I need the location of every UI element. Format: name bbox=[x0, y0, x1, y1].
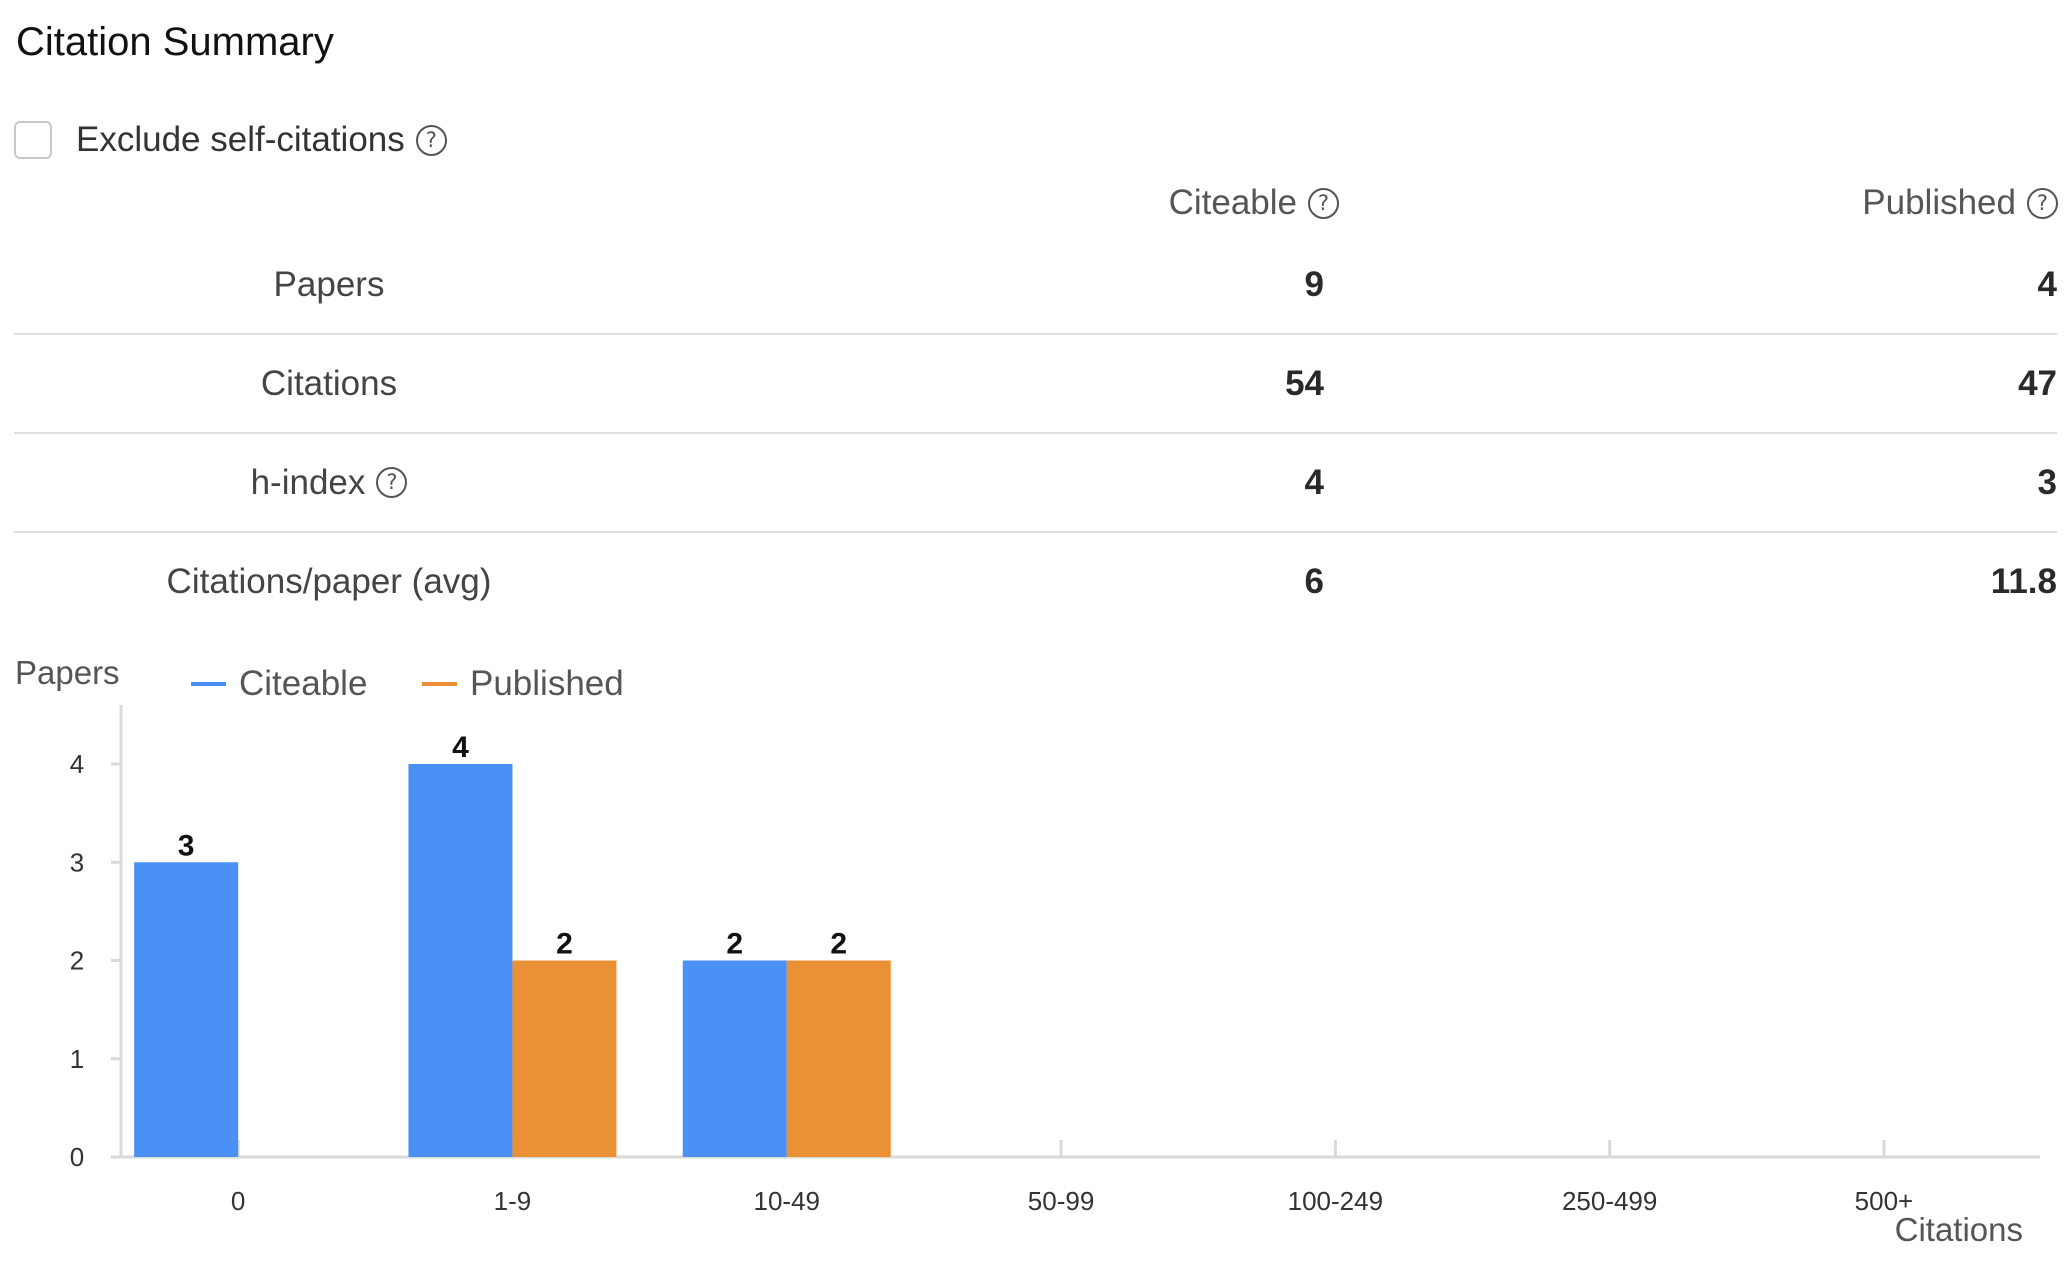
published-value: 11.8 bbox=[1990, 561, 2057, 601]
y-tick-label: 2 bbox=[70, 946, 84, 976]
y-tick-label: 1 bbox=[70, 1044, 84, 1074]
column-header-published: Published bbox=[1862, 180, 2058, 226]
table-row: Citations 54 47 bbox=[14, 335, 2057, 434]
x-tick-label: 1-9 bbox=[494, 1186, 532, 1216]
data-label: 4 bbox=[452, 731, 469, 764]
legend-item-citeable[interactable]: Citeable bbox=[191, 664, 367, 703]
column-header-label: Published bbox=[1862, 183, 2016, 222]
row-label: Citations bbox=[260, 363, 398, 403]
exclude-self-citations-label[interactable]: Exclude self-citations bbox=[76, 120, 405, 160]
data-label: 2 bbox=[556, 928, 573, 961]
exclude-self-citations-checkbox[interactable] bbox=[14, 121, 52, 159]
exclude-self-citations-row[interactable]: Exclude self-citations bbox=[14, 118, 447, 162]
chart-svg: Papers Citeable Published 0 1 2 3 4 0 3 1-9 4 2 10-49… bbox=[15, 654, 2040, 1248]
data-label: 3 bbox=[178, 829, 195, 862]
column-header-label: Citeable bbox=[1168, 183, 1297, 222]
citeable-value: 9 bbox=[1304, 264, 1324, 304]
bar-citeable bbox=[134, 862, 239, 1157]
y-axis-title: Papers bbox=[15, 654, 120, 691]
row-label: Papers bbox=[273, 264, 385, 304]
row-label: Citations/paper (avg) bbox=[166, 561, 492, 601]
data-label: 2 bbox=[726, 928, 743, 961]
help-icon[interactable] bbox=[1308, 187, 1339, 219]
published-value: 4 bbox=[2037, 264, 2057, 304]
citation-histogram: Papers Citeable Published 0 1 2 3 4 0 3 1-9 4 2 10-49… bbox=[0, 640, 2072, 1268]
citeable-value: 4 bbox=[1304, 462, 1324, 502]
column-header-citeable: Citeable bbox=[1169, 180, 1339, 226]
bar-citeable bbox=[682, 960, 787, 1157]
table-row: Citations/paper (avg) 6 11.8 bbox=[14, 533, 2057, 630]
x-tick-label: 0 bbox=[231, 1186, 245, 1216]
published-value: 47 bbox=[2018, 363, 2057, 403]
citeable-value: 54 bbox=[1285, 363, 1324, 403]
x-tick-label: 50-99 bbox=[1028, 1186, 1095, 1216]
legend-item-published[interactable]: Published bbox=[422, 664, 624, 703]
citeable-value: 6 bbox=[1304, 561, 1324, 601]
data-label: 2 bbox=[830, 928, 847, 961]
bar-citeable bbox=[408, 764, 513, 1157]
help-icon[interactable] bbox=[376, 467, 408, 498]
y-tick-label: 0 bbox=[70, 1142, 84, 1172]
y-tick-label: 3 bbox=[70, 847, 84, 877]
citation-stats-table: Papers 9 4 Citations 54 47 h-index 4 3 C… bbox=[14, 236, 2057, 630]
table-row: h-index 4 3 bbox=[14, 434, 2057, 533]
row-label: h-index bbox=[14, 434, 644, 531]
x-axis-title: Citations bbox=[1895, 1211, 2023, 1248]
bar-published bbox=[786, 960, 891, 1157]
help-icon[interactable] bbox=[415, 124, 447, 156]
x-tick-label: 100-249 bbox=[1288, 1186, 1383, 1216]
bar-published bbox=[512, 960, 617, 1157]
legend-label: Citeable bbox=[239, 664, 367, 703]
table-row: Papers 9 4 bbox=[14, 236, 2057, 335]
y-tick-label: 4 bbox=[70, 749, 84, 779]
page-title: Citation Summary bbox=[16, 20, 334, 64]
x-tick-label: 10-49 bbox=[754, 1186, 821, 1216]
x-tick-label: 250-499 bbox=[1562, 1186, 1657, 1216]
legend-label: Published bbox=[470, 664, 624, 703]
help-icon[interactable] bbox=[2027, 187, 2058, 219]
published-value: 3 bbox=[2037, 462, 2057, 502]
